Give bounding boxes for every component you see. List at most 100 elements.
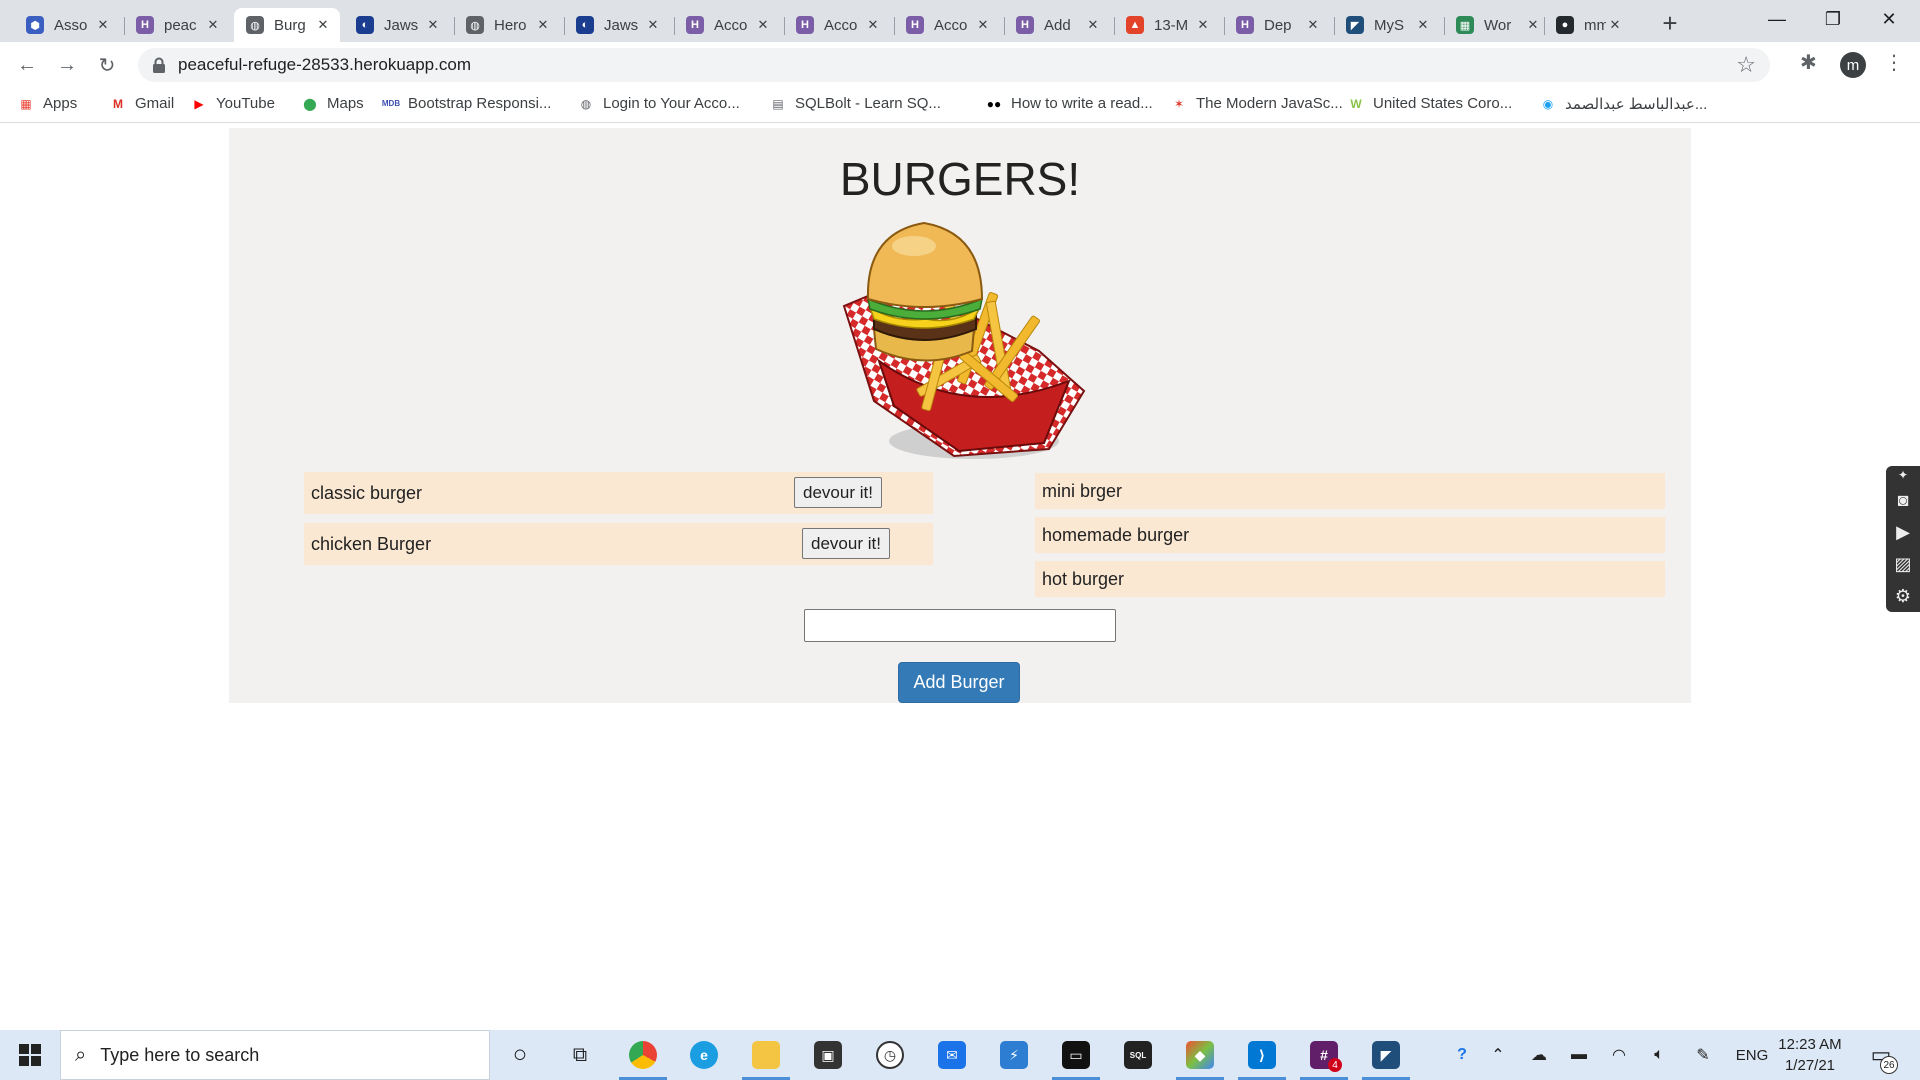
devoured-burger-item: hot burger bbox=[1035, 561, 1665, 597]
start-button[interactable] bbox=[0, 1030, 60, 1080]
close-window-button[interactable]: ✕ bbox=[1864, 4, 1914, 34]
back-button[interactable]: ← bbox=[12, 50, 42, 80]
browser-tab[interactable]: H Acco ✕ bbox=[674, 8, 780, 42]
burger-name-input[interactable] bbox=[804, 609, 1116, 642]
bookmark-item[interactable]: ▦ Apps bbox=[18, 95, 77, 112]
minimize-button[interactable]: — bbox=[1752, 4, 1802, 34]
restore-button[interactable]: ❐ bbox=[1808, 4, 1858, 34]
camera-icon[interactable]: ◙ bbox=[1886, 484, 1920, 516]
onedrive-icon[interactable]: ☁ bbox=[1526, 1030, 1552, 1080]
close-tab-icon[interactable]: ✕ bbox=[534, 16, 552, 34]
browser-tab[interactable]: ● mm ✕ bbox=[1544, 8, 1632, 42]
menu-kebab-icon[interactable]: ⋮ bbox=[1884, 50, 1904, 75]
folder-icon bbox=[752, 1041, 780, 1069]
pen-icon[interactable]: ✎ bbox=[1690, 1030, 1716, 1080]
help-icon[interactable]: ? bbox=[1448, 1030, 1476, 1080]
browser-tab[interactable]: ◤ MyS ✕ bbox=[1334, 8, 1440, 42]
bookmarks-bar: ▦ Apps M Gmail ▶ YouTube ⬤ Maps MDB Bootstrap Res… bbox=[0, 88, 1920, 123]
bookmark-item[interactable]: ⬤ Maps bbox=[302, 95, 363, 112]
bookmark-item[interactable]: ▶ YouTube bbox=[191, 95, 275, 112]
taskbar-mysql[interactable]: SQL bbox=[1108, 1030, 1168, 1080]
profile-avatar[interactable]: m bbox=[1840, 52, 1866, 78]
taskbar-chrome[interactable] bbox=[613, 1030, 673, 1080]
vscode-icon: ⟩ bbox=[1248, 1041, 1276, 1069]
devour-button[interactable]: devour it! bbox=[802, 528, 890, 559]
close-tab-icon[interactable]: ✕ bbox=[1304, 16, 1322, 34]
reload-button[interactable]: ↻ bbox=[92, 50, 122, 80]
browser-tab[interactable]: H Acco ✕ bbox=[894, 8, 1000, 42]
taskbar-git[interactable]: ◆ bbox=[1170, 1030, 1230, 1080]
browser-tab[interactable]: ▲ 13-M ✕ bbox=[1114, 8, 1220, 42]
browser-tab[interactable]: H Add ✕ bbox=[1004, 8, 1110, 42]
volume-icon[interactable]: 🔈︎ bbox=[1646, 1030, 1672, 1080]
devour-button[interactable]: devour it! bbox=[794, 477, 882, 508]
close-tab-icon[interactable]: ✕ bbox=[864, 16, 882, 34]
taskbar-edge[interactable]: e bbox=[674, 1030, 734, 1080]
taskbar-terminal[interactable]: ▭ bbox=[1046, 1030, 1106, 1080]
close-tab-icon[interactable]: ✕ bbox=[1524, 16, 1542, 34]
lightning-icon: ⚡ bbox=[1000, 1041, 1028, 1069]
bookmark-item[interactable]: ◉ عبدالباسط عبدالصمد... bbox=[1540, 95, 1708, 113]
bookmark-item[interactable]: M Gmail bbox=[110, 95, 174, 112]
video-icon[interactable]: ▶ bbox=[1886, 516, 1920, 548]
browser-tab[interactable]: ⬢ Asso ✕ bbox=[14, 8, 120, 42]
clock[interactable]: 12:23 AM 1/27/21 bbox=[1770, 1034, 1850, 1076]
browser-tab[interactable]: Hpeac ✕ bbox=[124, 8, 230, 42]
address-bar[interactable]: peaceful-refuge-28533.herokuapp.com ☆ bbox=[138, 48, 1770, 82]
close-tab-icon[interactable]: ✕ bbox=[754, 16, 772, 34]
url-text[interactable]: peaceful-refuge-28533.herokuapp.com bbox=[178, 55, 471, 75]
close-tab-icon[interactable]: ✕ bbox=[94, 16, 112, 34]
lock-icon[interactable] bbox=[152, 57, 166, 73]
taskbar-alarms[interactable]: ◷ bbox=[860, 1030, 920, 1080]
forward-button[interactable]: → bbox=[52, 50, 82, 80]
wifi-icon[interactable]: ◠ bbox=[1606, 1030, 1632, 1080]
bookmark-item[interactable]: ▤ SQLBolt - Learn SQ... bbox=[770, 95, 941, 112]
taskbar-vscode[interactable]: ⟩ bbox=[1232, 1030, 1292, 1080]
taskbar-store[interactable]: ▣ bbox=[798, 1030, 858, 1080]
taskbar-mail[interactable]: ✉ bbox=[922, 1030, 982, 1080]
browser-tab[interactable]: H Acco ✕ bbox=[784, 8, 890, 42]
taskbar-mysql-workbench[interactable]: ◤ bbox=[1356, 1030, 1416, 1080]
slack-badge: 4 bbox=[1328, 1058, 1342, 1072]
pin-icon[interactable]: ✦ bbox=[1886, 466, 1920, 484]
task-view-icon[interactable]: ⧉ bbox=[550, 1030, 610, 1080]
close-tab-icon[interactable]: ✕ bbox=[644, 16, 662, 34]
browser-tab[interactable]: ▦ Wor ✕ bbox=[1444, 8, 1550, 42]
action-center-icon[interactable]: ▭ 26 bbox=[1866, 1040, 1898, 1074]
close-tab-icon[interactable]: ✕ bbox=[1414, 16, 1432, 34]
close-tab-icon[interactable]: ✕ bbox=[204, 16, 222, 34]
bookmark-item[interactable]: W United States Coro... bbox=[1348, 95, 1512, 112]
bookmark-item[interactable]: MDB Bootstrap Responsi... bbox=[382, 95, 552, 112]
add-burger-button[interactable]: Add Burger bbox=[898, 662, 1020, 703]
bookmark-star-icon[interactable]: ☆ bbox=[1736, 52, 1756, 78]
browser-tab[interactable]: ◍ Burg ✕ bbox=[234, 8, 340, 42]
tab-title: Hero bbox=[494, 16, 527, 34]
battery-icon[interactable]: ▬ bbox=[1566, 1030, 1592, 1080]
taskbar-power-automate[interactable]: ⚡ bbox=[984, 1030, 1044, 1080]
close-tab-icon[interactable]: ✕ bbox=[314, 16, 332, 34]
browser-tab[interactable]: ◍ Hero ✕ bbox=[454, 8, 560, 42]
tab-title: Jaws bbox=[384, 16, 419, 34]
taskbar-file-explorer[interactable] bbox=[736, 1030, 796, 1080]
settings-gear-icon[interactable]: ⚙ bbox=[1886, 580, 1920, 612]
taskbar-slack[interactable]: # 4 bbox=[1294, 1030, 1354, 1080]
show-hidden-icons-chevron[interactable]: ⌃ bbox=[1486, 1030, 1510, 1080]
language-indicator[interactable]: ENG bbox=[1734, 1030, 1770, 1080]
tab-favicon-icon: H bbox=[1236, 16, 1254, 34]
close-tab-icon[interactable]: ✕ bbox=[1606, 16, 1624, 34]
close-tab-icon[interactable]: ✕ bbox=[424, 16, 442, 34]
close-tab-icon[interactable]: ✕ bbox=[974, 16, 992, 34]
taskbar-search[interactable]: ⌕ Type here to search bbox=[60, 1030, 490, 1080]
cortana-icon[interactable]: ○ bbox=[490, 1030, 550, 1080]
close-tab-icon[interactable]: ✕ bbox=[1194, 16, 1212, 34]
browser-tab[interactable]: ◐ Jaws ✕ bbox=[344, 8, 450, 42]
close-tab-icon[interactable]: ✕ bbox=[1084, 16, 1102, 34]
new-tab-button[interactable]: + bbox=[1656, 8, 1684, 39]
bookmark-item[interactable]: ◍ Login to Your Acco... bbox=[578, 95, 740, 112]
browser-tab[interactable]: ◐ Jaws ✕ bbox=[564, 8, 670, 42]
extensions-icon[interactable]: ✱ bbox=[1800, 50, 1817, 75]
bookmark-item[interactable]: ✶ The Modern JavaSc... bbox=[1171, 95, 1343, 112]
browser-tab[interactable]: H Dep ✕ bbox=[1224, 8, 1330, 42]
bookmark-item[interactable]: ●● How to write a read... bbox=[986, 95, 1153, 112]
gallery-icon[interactable]: ▨ bbox=[1886, 548, 1920, 580]
